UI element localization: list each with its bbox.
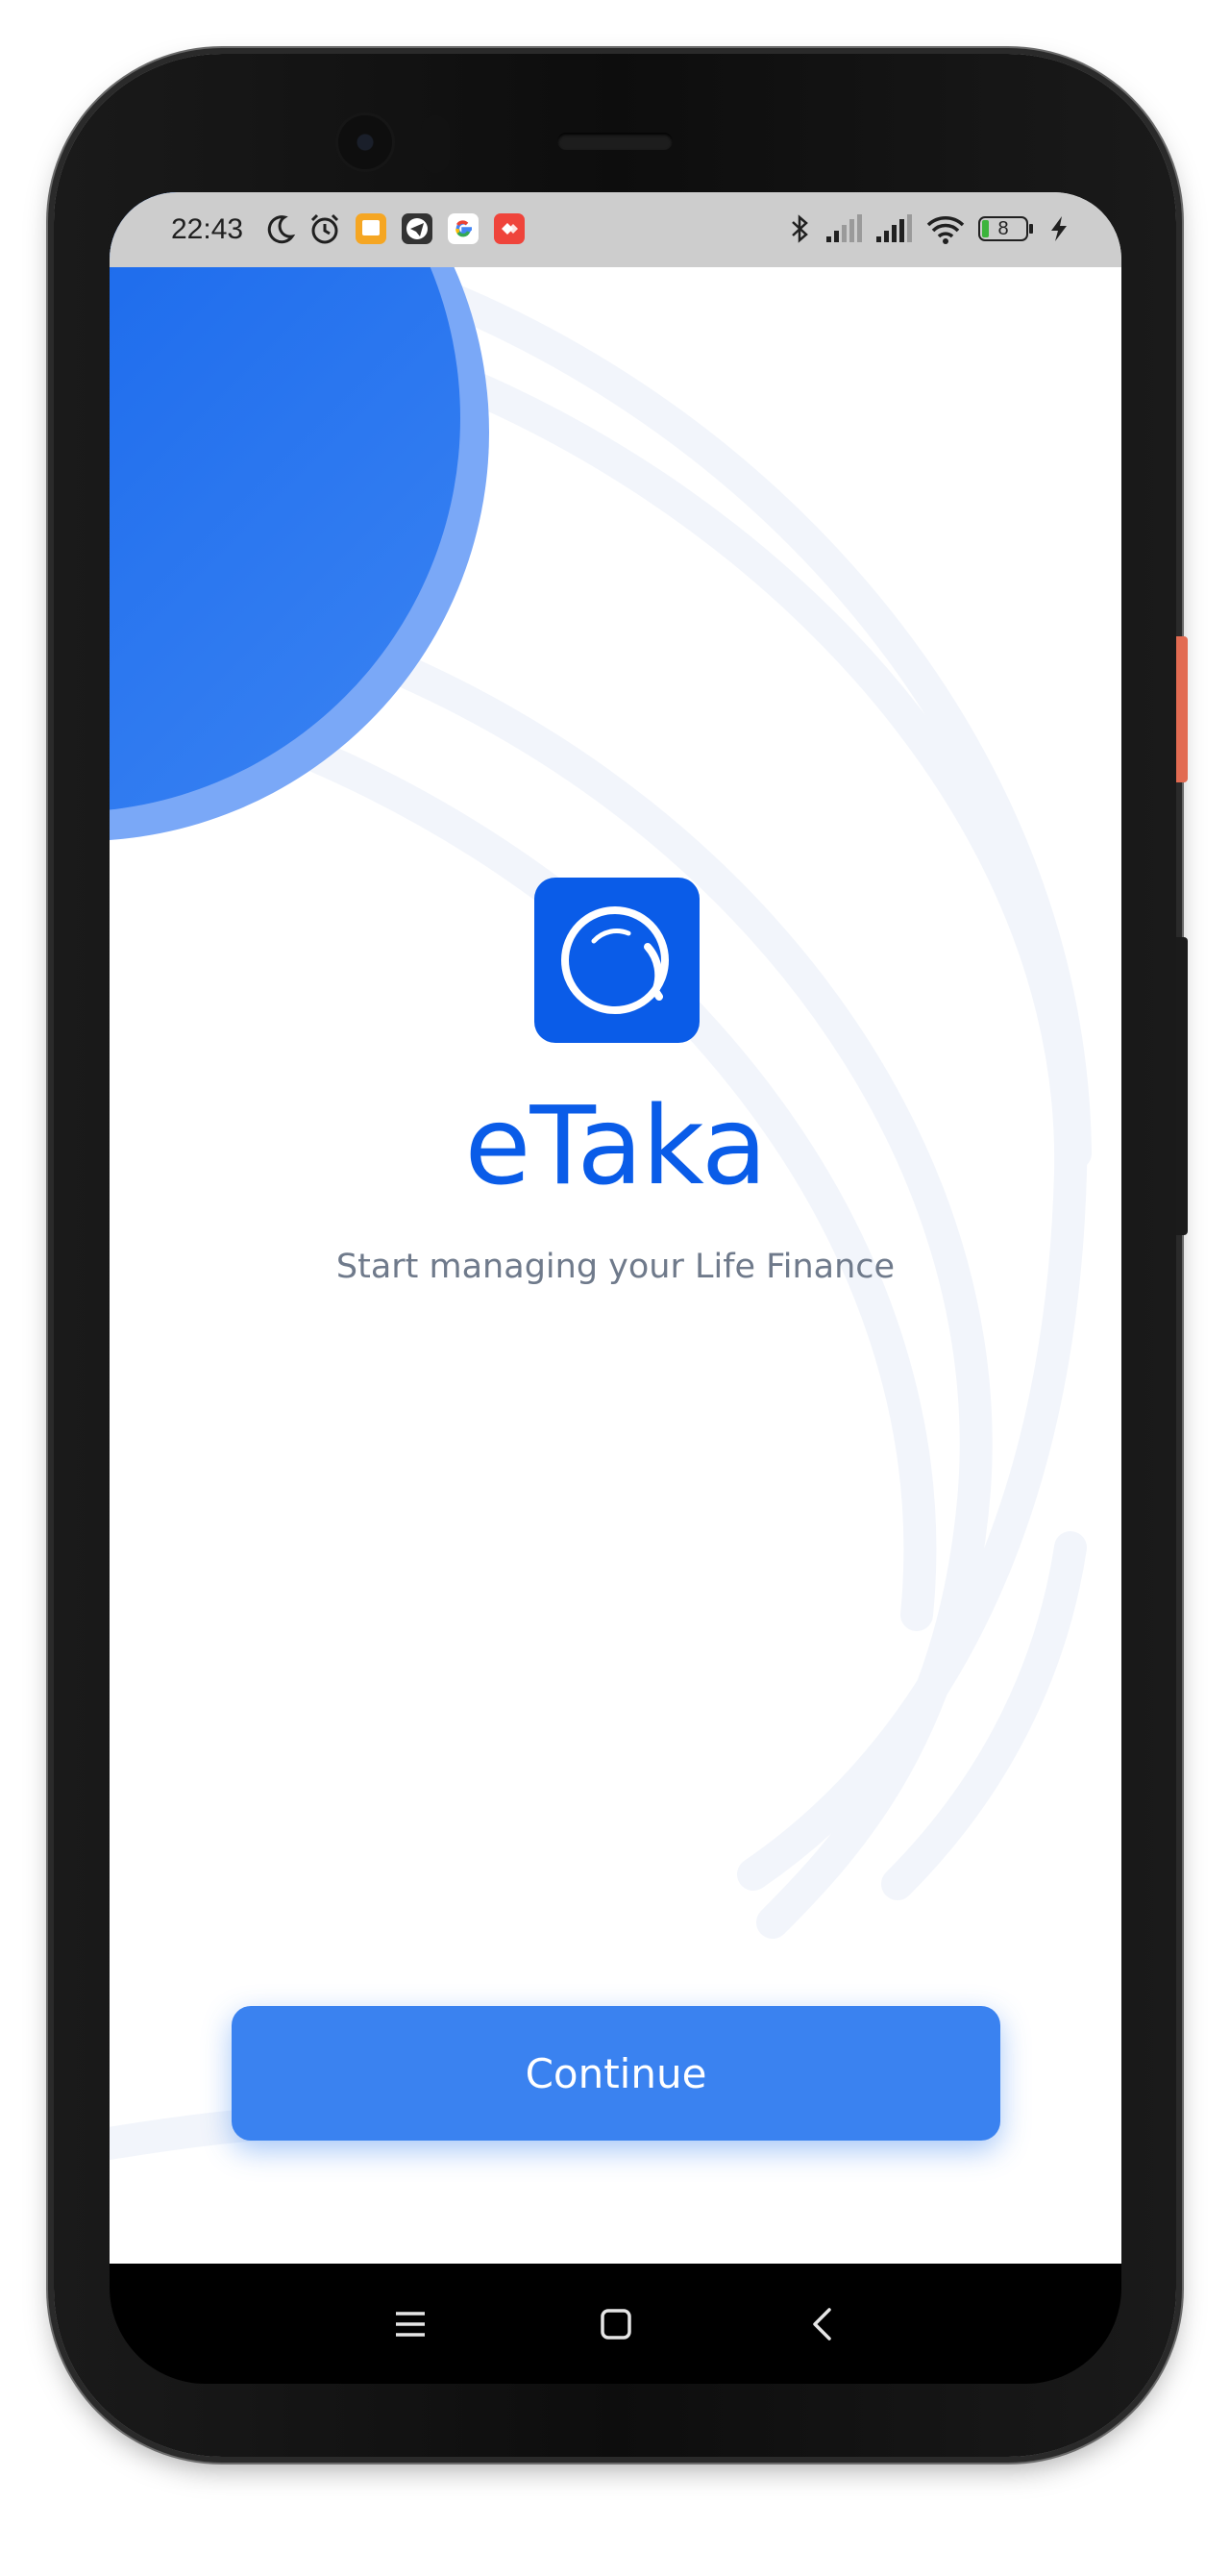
anydesk-icon [494, 213, 525, 244]
back-icon[interactable] [800, 2300, 848, 2348]
tagline: Start managing your Life Finance [335, 1248, 896, 1286]
telegram-icon [402, 213, 432, 244]
moon-icon [267, 215, 296, 244]
google-icon [448, 213, 479, 244]
wifi-icon [926, 216, 965, 244]
proximity-sensor [421, 115, 450, 173]
alarm-icon [310, 213, 339, 244]
front-camera [338, 115, 392, 169]
blob-inner [110, 192, 460, 810]
navigation-bar [110, 2264, 1121, 2384]
battery-level: 8 [997, 218, 1009, 239]
volume-button [1176, 937, 1188, 1235]
logo-ring-icon [561, 906, 669, 1014]
status-bar: 22:43 8 [110, 192, 1121, 267]
background-decoration [110, 192, 1092, 2160]
signal-1-icon [826, 214, 862, 242]
earpiece-speaker [557, 133, 673, 150]
status-time: 22:43 [171, 213, 244, 245]
app-screen: 22:43 8 eTaka Start managing your Life F… [110, 192, 1121, 2264]
signal-2-icon [876, 214, 912, 242]
menu-icon[interactable] [386, 2300, 434, 2348]
continue-button[interactable]: Continue [232, 2006, 1000, 2141]
battery-icon: 8 [978, 212, 1036, 247]
charging-icon [1051, 216, 1067, 241]
app-logo [534, 878, 700, 1043]
home-icon[interactable] [592, 2300, 640, 2348]
notes-app-icon [356, 213, 386, 244]
app-name: eTaka [464, 1084, 768, 1209]
power-button [1176, 636, 1188, 782]
bluetooth-icon [792, 214, 808, 243]
